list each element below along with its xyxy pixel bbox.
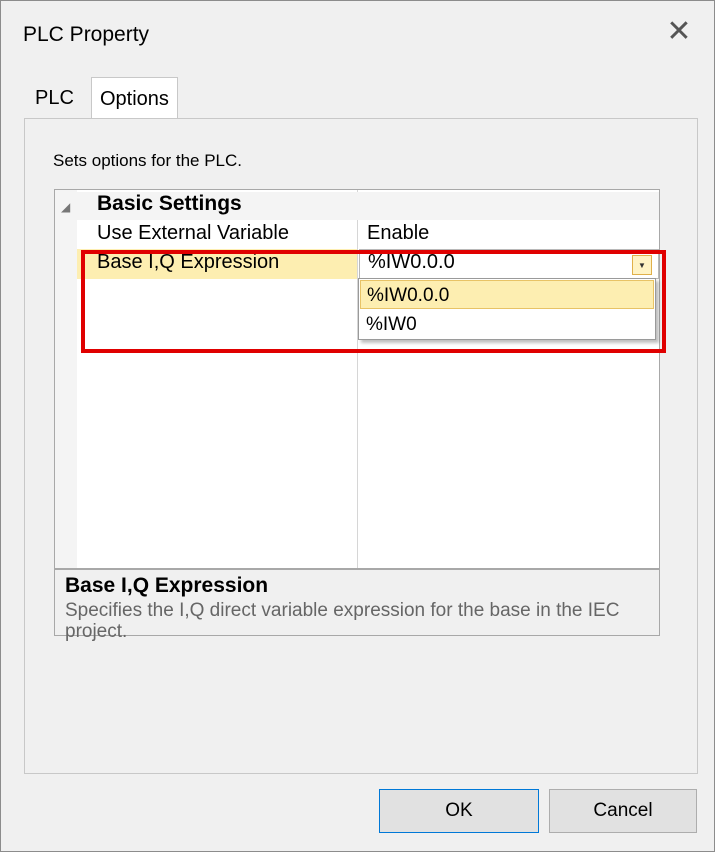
property-row-base-iq-expression[interactable]: Base I,Q Expression %IW0.0.0 ▼: [77, 249, 659, 279]
help-title: Base I,Q Expression: [65, 574, 269, 597]
property-row-use-external-variable[interactable]: Use External Variable Enable: [77, 220, 659, 248]
property-value[interactable]: Enable: [367, 222, 429, 245]
close-icon[interactable]: ✕: [662, 15, 696, 49]
help-description: Specifies the I,Q direct variable expres…: [65, 600, 620, 642]
title-bar: PLC Property ✕: [1, 1, 714, 69]
combobox-dropdown-list: %IW0.0.0 %IW0: [358, 278, 656, 340]
property-name: Base I,Q Expression: [97, 251, 280, 273]
category-row[interactable]: ◢ Basic Settings: [55, 192, 659, 220]
help-pane: Base I,Q Expression Specifies the I,Q di…: [55, 570, 659, 642]
chevron-down-icon[interactable]: ▼: [632, 255, 652, 275]
cancel-button[interactable]: Cancel: [549, 789, 697, 833]
property-grid: ◢ Basic Settings Use External Variable E…: [54, 189, 660, 642]
options-panel: Sets options for the PLC. ◢ Basic Settin…: [24, 118, 698, 774]
dropdown-option[interactable]: %IW0: [360, 310, 654, 339]
ok-button[interactable]: OK: [379, 789, 539, 833]
collapse-arrow-icon[interactable]: ◢: [61, 200, 70, 214]
panel-description: Sets options for the PLC.: [53, 151, 242, 170]
base-iq-combobox[interactable]: %IW0.0.0 ▼: [359, 249, 659, 279]
property-name: Use External Variable: [97, 222, 289, 244]
dropdown-option-selected[interactable]: %IW0.0.0: [360, 280, 654, 309]
plc-property-dialog: PLC Property ✕ PLC Options Sets options …: [0, 0, 715, 852]
window-title: PLC Property: [23, 23, 150, 46]
tab-options[interactable]: Options: [91, 77, 178, 120]
tab-plc[interactable]: PLC: [25, 77, 84, 119]
category-label: Basic Settings: [97, 192, 242, 215]
combobox-value[interactable]: %IW0.0.0: [368, 251, 455, 274]
